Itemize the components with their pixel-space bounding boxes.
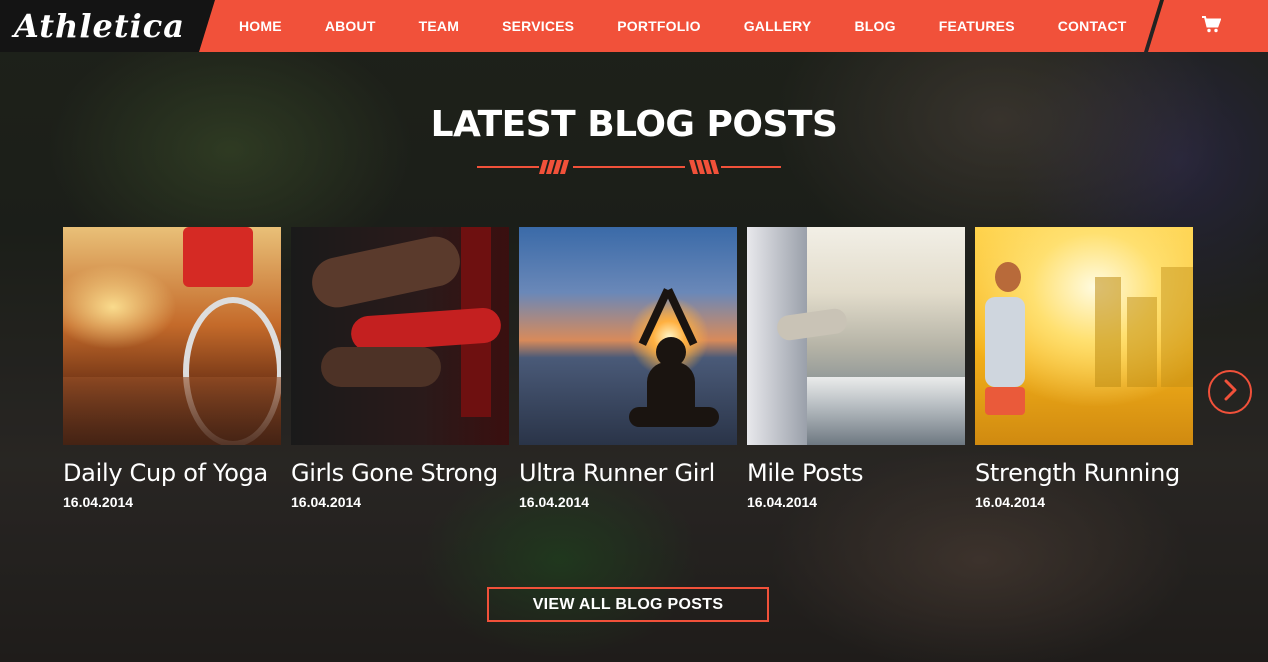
nav-item-team[interactable]: TEAM bbox=[419, 18, 459, 34]
crossed-legs bbox=[629, 407, 719, 427]
main-nav: HOME ABOUT TEAM SERVICES PORTFOLIO GALLE… bbox=[199, 0, 1160, 52]
cyclist-jersey bbox=[183, 227, 253, 287]
hand bbox=[321, 347, 441, 387]
dirt-trail bbox=[63, 377, 281, 445]
section-title: LATEST BLOG POSTS bbox=[430, 104, 838, 145]
nav-item-portfolio[interactable]: PORTFOLIO bbox=[617, 18, 700, 34]
post-date: 16.04.2014 bbox=[291, 494, 362, 510]
boat-shoes-sea-photo[interactable] bbox=[747, 227, 965, 445]
blog-post-card[interactable]: Ultra Runner Girl 16.04.2014 bbox=[519, 227, 737, 510]
building bbox=[1127, 297, 1157, 387]
blog-post-card[interactable]: Daily Cup of Yoga 16.04.2014 bbox=[63, 227, 281, 510]
mountain-biker-photo[interactable] bbox=[63, 227, 281, 445]
title-divider bbox=[477, 160, 781, 174]
post-date: 16.04.2014 bbox=[519, 494, 590, 510]
nav-item-contact[interactable]: CONTACT bbox=[1058, 18, 1127, 34]
chevron-right-icon bbox=[1223, 379, 1237, 406]
blog-post-card[interactable]: Mile Posts 16.04.2014 bbox=[747, 227, 965, 510]
runner-top bbox=[985, 297, 1025, 387]
blog-post-card[interactable]: Strength Running 16.04.2014 bbox=[975, 227, 1193, 510]
cart-button[interactable] bbox=[1148, 0, 1268, 52]
logo-text: Athletica bbox=[14, 7, 185, 45]
post-date: 16.04.2014 bbox=[747, 494, 818, 510]
runner-shorts bbox=[985, 387, 1025, 415]
runner-city-sunlight-photo[interactable] bbox=[975, 227, 1193, 445]
top-navbar: Athletica HOME ABOUT TEAM SERVICES PORTF… bbox=[0, 0, 1268, 52]
view-all-blog-posts-button[interactable]: VIEW ALL BLOG POSTS bbox=[487, 587, 769, 622]
cart-icon bbox=[1201, 15, 1222, 38]
post-title[interactable]: Daily Cup of Yoga bbox=[63, 459, 281, 487]
carousel-next-button[interactable] bbox=[1208, 370, 1252, 414]
runner-head bbox=[995, 262, 1021, 292]
post-title[interactable]: Mile Posts bbox=[747, 459, 965, 487]
arm bbox=[307, 231, 465, 313]
sea-spray bbox=[807, 377, 965, 445]
nav-item-features[interactable]: FEATURES bbox=[939, 18, 1015, 34]
boxing-hand-wraps-photo[interactable] bbox=[291, 227, 509, 445]
building bbox=[1095, 277, 1121, 387]
post-date: 16.04.2014 bbox=[63, 494, 134, 510]
blog-post-card[interactable]: Girls Gone Strong 16.04.2014 bbox=[291, 227, 509, 510]
post-title[interactable]: Strength Running bbox=[975, 459, 1193, 487]
yoga-sunset-beach-photo[interactable] bbox=[519, 227, 737, 445]
post-title[interactable]: Ultra Runner Girl bbox=[519, 459, 737, 487]
nav-item-services[interactable]: SERVICES bbox=[502, 18, 574, 34]
nav-item-home[interactable]: HOME bbox=[239, 18, 282, 34]
nav-item-about[interactable]: ABOUT bbox=[325, 18, 376, 34]
post-date: 16.04.2014 bbox=[975, 494, 1046, 510]
nav-item-blog[interactable]: BLOG bbox=[854, 18, 895, 34]
nav-item-gallery[interactable]: GALLERY bbox=[744, 18, 812, 34]
post-title[interactable]: Girls Gone Strong bbox=[291, 459, 509, 487]
logo[interactable]: Athletica bbox=[0, 0, 215, 52]
building bbox=[1161, 267, 1193, 387]
